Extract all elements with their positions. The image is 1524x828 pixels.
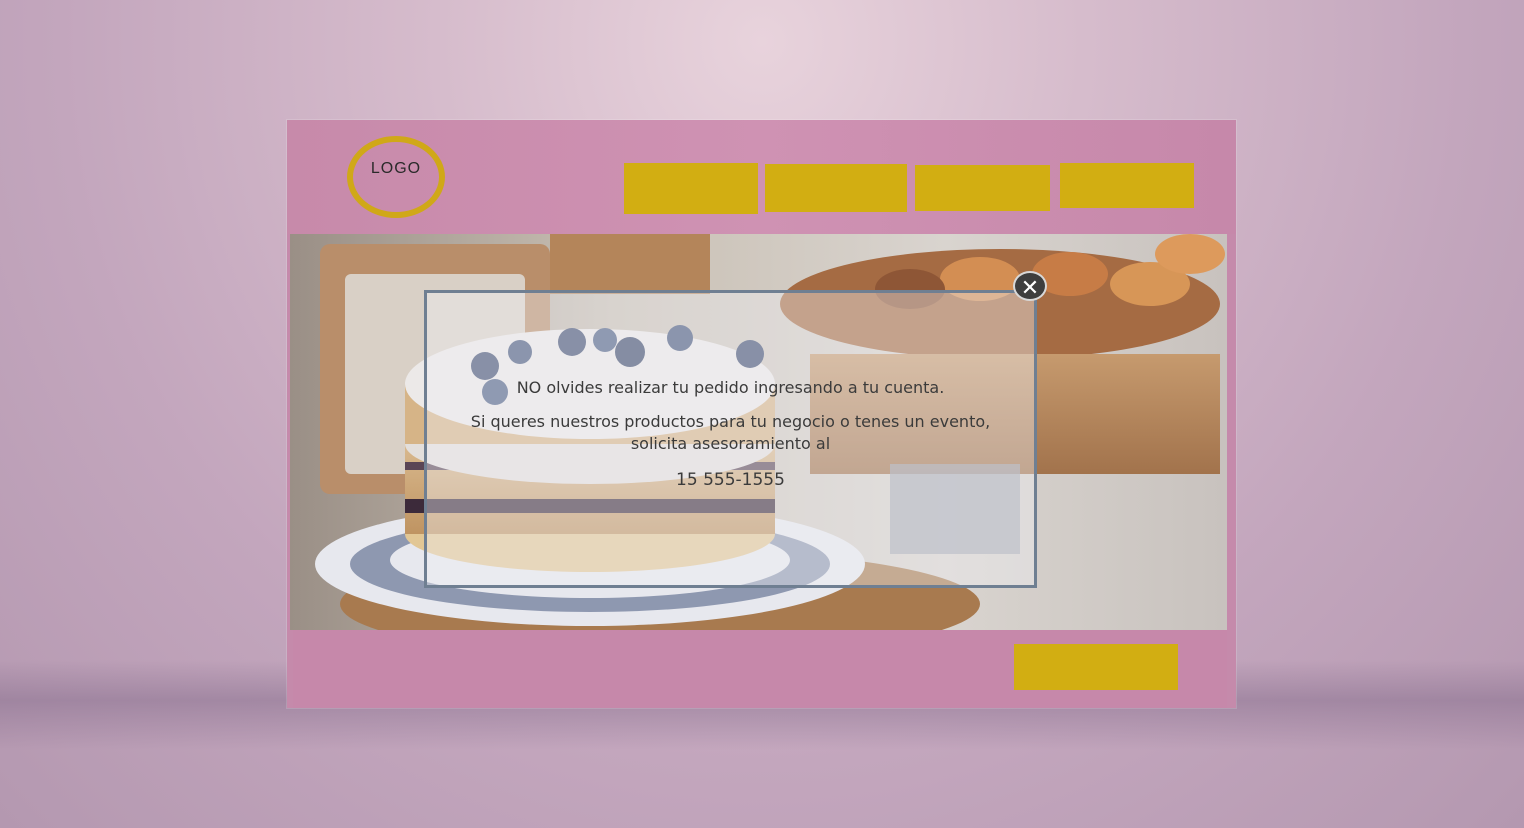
- modal-line-business: Si queres nuestros productos para tu neg…: [470, 412, 991, 453]
- site-header: LOGO: [287, 120, 1236, 234]
- nav-button-1[interactable]: [624, 163, 758, 214]
- modal-text: NO olvides realizar tu pedido ingresando…: [427, 377, 1034, 491]
- close-icon[interactable]: ✕: [1013, 271, 1047, 301]
- nav-button-2[interactable]: [765, 164, 907, 212]
- nav-button-3[interactable]: [915, 165, 1050, 211]
- modal-line-order: NO olvides realizar tu pedido ingresando…: [516, 378, 945, 397]
- logo-text: LOGO: [370, 160, 422, 177]
- modal-phone: 15 555-1555: [676, 470, 785, 490]
- logo[interactable]: LOGO: [347, 136, 445, 218]
- notice-modal: NO olvides realizar tu pedido ingresando…: [424, 290, 1037, 588]
- website-mockup: LOGO NO olvides realizar tu pedido ingre…: [287, 120, 1236, 708]
- site-footer: [293, 630, 1227, 708]
- nav-button-4[interactable]: [1060, 163, 1194, 208]
- footer-button[interactable]: [1014, 644, 1178, 690]
